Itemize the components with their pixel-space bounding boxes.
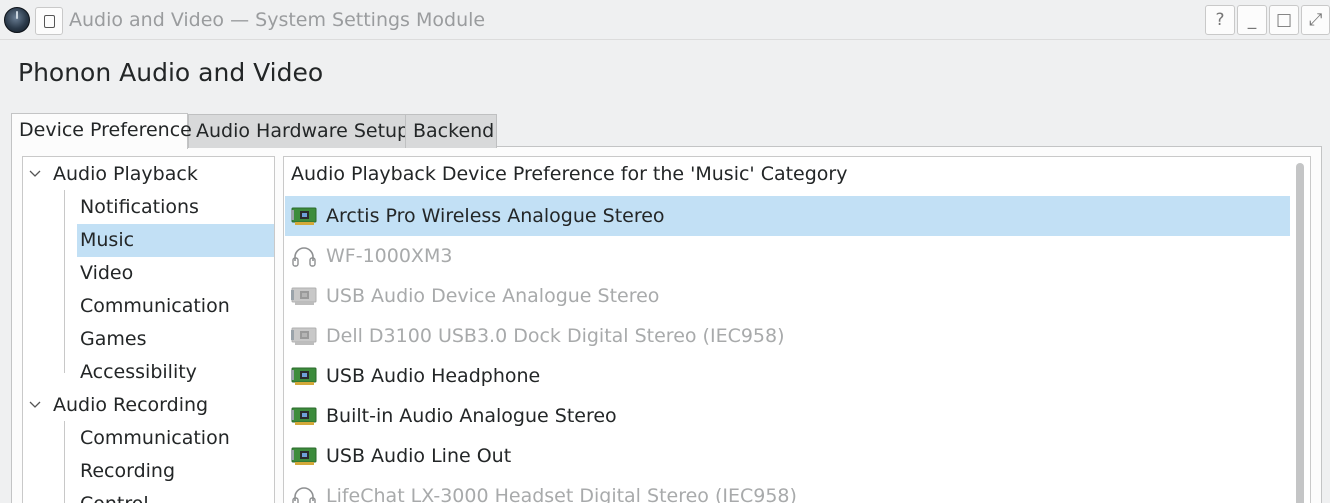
device-row[interactable]: Built-in Audio Analogue Stereo: [285, 396, 1290, 436]
tree-group-audio-recording[interactable]: Audio Recording: [53, 389, 208, 422]
expand-toggle-playback[interactable]: [29, 158, 41, 191]
window-title: Audio and Video — System Settings Module: [69, 9, 486, 31]
chevron-down-icon: [29, 401, 41, 408]
tree-item-accessibility[interactable]: Accessibility: [77, 356, 274, 389]
headset-icon: [291, 486, 317, 503]
tree-item-notifications[interactable]: Notifications: [77, 191, 274, 224]
tree-item-recording[interactable]: Recording: [77, 455, 274, 488]
tree-item-video[interactable]: Video: [77, 257, 274, 290]
chevron-down-icon: [29, 170, 41, 177]
device-preference-list[interactable]: Audio Playback Device Preference for the…: [283, 156, 1311, 503]
device-row[interactable]: WF-1000XM3: [285, 236, 1290, 276]
app-knob-icon[interactable]: [4, 7, 30, 33]
sound-card-icon: [291, 446, 317, 466]
sound-card-icon: [291, 406, 317, 426]
tree-item-control[interactable]: Control: [77, 488, 274, 503]
tree-item-music[interactable]: Music: [77, 224, 274, 257]
tab-audio-hardware-setup[interactable]: Audio Hardware Setup: [188, 114, 409, 148]
help-button[interactable]: ?: [1205, 5, 1235, 35]
keep-above-button[interactable]: [35, 7, 63, 35]
minimize-button[interactable]: _: [1237, 5, 1267, 35]
tree-item-rec-communication[interactable]: Communication: [77, 422, 274, 455]
device-label: LifeChat LX-3000 Headset Digital Stereo …: [326, 485, 797, 503]
page-title: Phonon Audio and Video: [18, 58, 324, 87]
tree-item-communication[interactable]: Communication: [77, 290, 274, 323]
expand-toggle-recording[interactable]: [29, 389, 41, 422]
tab-device-preference[interactable]: Device Preference: [11, 113, 192, 149]
device-row[interactable]: Arctis Pro Wireless Analogue Stereo: [285, 196, 1290, 236]
device-row[interactable]: USB Audio Device Analogue Stereo: [285, 276, 1290, 316]
tab-backend[interactable]: Backend: [405, 114, 497, 148]
tree-branch-line: [64, 190, 65, 373]
device-row[interactable]: Dell D3100 USB3.0 Dock Digital Stereo (I…: [285, 316, 1290, 356]
device-list-header: Audio Playback Device Preference for the…: [291, 163, 848, 185]
sound-card-icon: [291, 286, 317, 306]
pin-icon: [44, 15, 55, 28]
sound-card-icon: [291, 206, 317, 226]
tree-item-games[interactable]: Games: [77, 323, 274, 356]
tree-group-audio-playback[interactable]: Audio Playback: [53, 158, 198, 191]
device-label: USB Audio Line Out: [326, 445, 512, 467]
device-row[interactable]: LifeChat LX-3000 Headset Digital Stereo …: [285, 476, 1290, 503]
close-button[interactable]: ⤢: [1301, 5, 1330, 35]
device-label: USB Audio Device Analogue Stereo: [326, 285, 660, 307]
sound-card-icon: [291, 326, 317, 346]
device-label: Built-in Audio Analogue Stereo: [326, 405, 617, 427]
device-label: Dell D3100 USB3.0 Dock Digital Stereo (I…: [326, 325, 785, 347]
headset-icon: [291, 246, 317, 267]
maximize-button[interactable]: □: [1269, 5, 1299, 35]
window-titlebar: Audio and Video — System Settings Module…: [0, 0, 1330, 40]
tree-branch-line: [64, 421, 65, 503]
device-label: USB Audio Headphone: [326, 365, 541, 387]
category-tree[interactable]: Audio Playback Notifications Music Video…: [22, 156, 275, 503]
device-row[interactable]: USB Audio Line Out: [285, 436, 1290, 476]
device-row[interactable]: USB Audio Headphone: [285, 356, 1290, 396]
sound-card-icon: [291, 366, 317, 386]
device-label: Arctis Pro Wireless Analogue Stereo: [326, 205, 665, 227]
device-label: WF-1000XM3: [326, 245, 453, 267]
vertical-scrollbar[interactable]: [1296, 163, 1304, 503]
